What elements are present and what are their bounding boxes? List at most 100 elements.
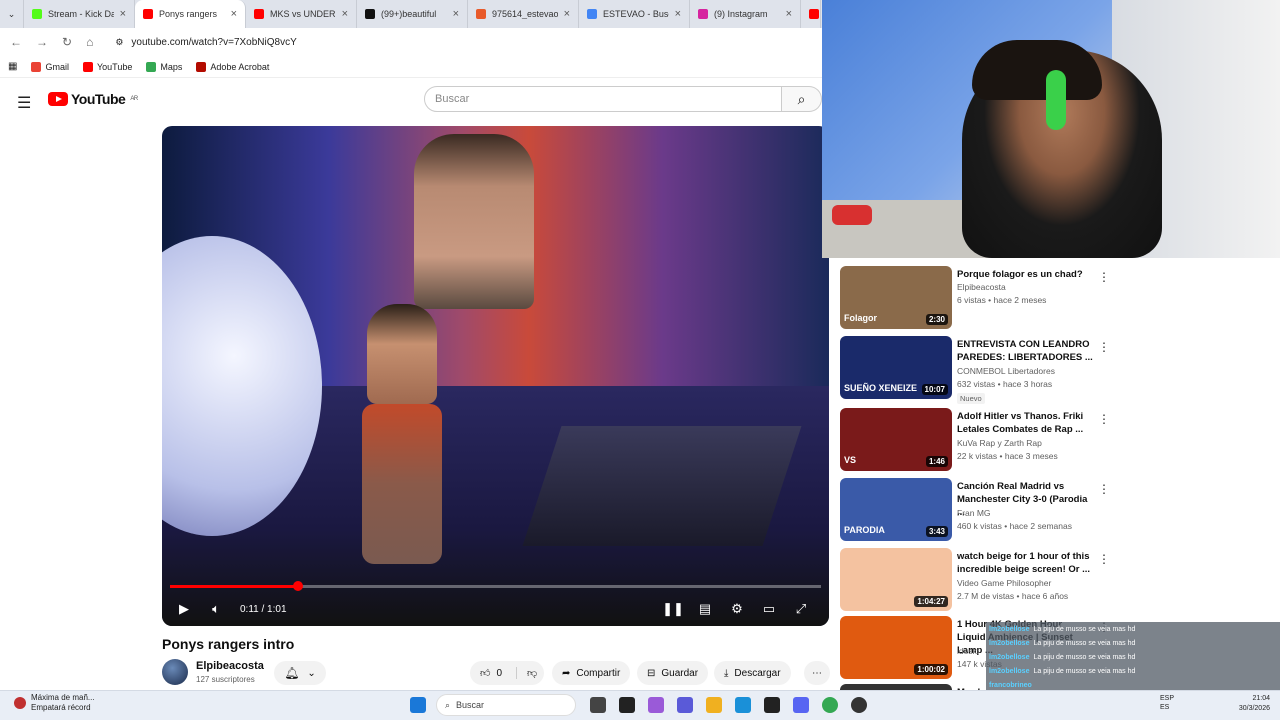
close-icon[interactable]: × bbox=[342, 8, 348, 20]
suggested-video-title[interactable]: Porque folagor es un chad? bbox=[957, 268, 1093, 281]
pause-toggle-icon[interactable]: ❚❚ bbox=[657, 601, 689, 617]
like-button[interactable]: 👍︎ 0 👎︎ bbox=[470, 661, 544, 685]
theater-mode-icon[interactable]: ▭ bbox=[753, 601, 785, 617]
suggested-video[interactable]: PARODIA 3:43 Canción Real Madrid vs Manche… bbox=[838, 474, 1138, 541]
browser-tab[interactable]: Stream - Kick Das × bbox=[24, 0, 135, 28]
copilot-icon[interactable] bbox=[648, 697, 664, 713]
suggested-video-channel[interactable]: Fran MG bbox=[957, 508, 991, 518]
youtube-logo[interactable]: YouTube AR bbox=[48, 91, 138, 107]
more-options-icon[interactable]: ⋮ bbox=[1098, 270, 1110, 284]
more-options-icon[interactable]: ⋮ bbox=[1098, 552, 1110, 566]
close-icon[interactable]: × bbox=[120, 8, 126, 20]
windows-start-icon[interactable] bbox=[410, 697, 426, 713]
task-view-icon[interactable] bbox=[590, 697, 606, 713]
bookmark-favicon-icon bbox=[196, 61, 207, 72]
browser-tab[interactable]: 975614_estevao_ × bbox=[468, 0, 579, 28]
suggested-video[interactable]: Folagor 2:30 Porque folagor es un chad? Elp… bbox=[838, 262, 1138, 329]
close-icon[interactable]: × bbox=[564, 8, 570, 20]
channel-name[interactable]: Elpibeacosta bbox=[196, 660, 264, 672]
video-duration: 10:07 bbox=[921, 384, 948, 395]
more-actions-button[interactable]: ⋯ bbox=[804, 661, 830, 685]
chat-message: francobrineo bbox=[986, 678, 1280, 690]
close-icon[interactable]: × bbox=[786, 8, 792, 20]
settings-gear-icon[interactable]: ⚙ bbox=[721, 601, 753, 617]
hamburger-menu-icon[interactable]: ☰ bbox=[17, 93, 31, 113]
close-icon[interactable]: × bbox=[675, 8, 681, 20]
download-button[interactable]: ⤓ Descargar bbox=[714, 661, 791, 685]
channel-avatar[interactable] bbox=[162, 659, 188, 685]
video-thumbnail[interactable]: PARODIA 3:43 bbox=[840, 478, 952, 541]
video-thumbnail[interactable]: SUEÑO XENEIZE 10:07 bbox=[840, 336, 952, 399]
bookmark-item[interactable]: Adobe Acrobat bbox=[196, 61, 269, 72]
fullscreen-icon[interactable]: ⤢ bbox=[785, 601, 817, 617]
browser-tab[interactable]: ESTEVAO - Buscar × bbox=[579, 0, 690, 28]
home-icon[interactable]: ⌂ bbox=[86, 35, 93, 49]
bookmark-item[interactable]: Maps bbox=[146, 61, 183, 72]
suggested-video-channel[interactable]: Video Game Philosopher bbox=[957, 578, 1051, 588]
suggested-video[interactable]: VS 1:46 Adolf Hitler vs Thanos. Friki Leta… bbox=[838, 404, 1138, 471]
language-indicator[interactable]: ESP ES bbox=[1160, 694, 1174, 712]
browser-tab[interactable]: (9) Instagram × bbox=[690, 0, 801, 28]
more-options-icon[interactable]: ⋮ bbox=[1098, 340, 1110, 354]
video-thumbnail[interactable]: VS 1:46 bbox=[840, 408, 952, 471]
obs-icon[interactable] bbox=[851, 697, 867, 713]
store-icon[interactable] bbox=[764, 697, 780, 713]
apps-grid-icon[interactable]: ▦ bbox=[8, 61, 17, 72]
suggested-video[interactable]: 1:04:27 watch beige for 1 hour of this in… bbox=[838, 544, 1138, 611]
suggested-video-title[interactable]: Adolf Hitler vs Thanos. Friki Letales Co… bbox=[957, 410, 1093, 436]
address-bar[interactable]: ⚙ youtube.com/watch?v=7XobNiQ8vcY bbox=[115, 37, 296, 48]
more-options-icon[interactable]: ⋮ bbox=[1098, 412, 1110, 426]
video-thumbnail[interactable]: 1:00:02 bbox=[840, 616, 952, 679]
youtube-play-icon bbox=[48, 92, 68, 106]
forward-icon[interactable]: → bbox=[36, 35, 48, 49]
save-button[interactable]: ⊟ Guardar bbox=[637, 661, 709, 685]
teams-icon[interactable] bbox=[677, 697, 693, 713]
suggested-video-title[interactable]: watch beige for 1 hour of this incredibl… bbox=[957, 550, 1093, 576]
suggested-video-channel[interactable]: idesk. bbox=[957, 646, 979, 656]
chrome-icon[interactable] bbox=[822, 697, 838, 713]
suggested-video-title[interactable]: ENTREVISTA CON LEANDRO PAREDES: LIBERTAD… bbox=[957, 338, 1093, 364]
bookmark-item[interactable]: Gmail bbox=[31, 61, 69, 72]
tab-favicon-icon bbox=[698, 9, 708, 19]
video-duration: 2:30 bbox=[925, 314, 948, 325]
taskbar-search-label: Buscar bbox=[456, 700, 485, 710]
suggested-video-channel[interactable]: Elpibeacosta bbox=[957, 282, 1006, 292]
widget-app-icon[interactable] bbox=[619, 697, 635, 713]
browser-tab[interactable]: MKS vs UNDERDO × bbox=[246, 0, 357, 28]
file-explorer-icon[interactable] bbox=[706, 697, 722, 713]
bookmark-label: Maps bbox=[160, 61, 183, 72]
video-thumbnail[interactable]: 1:04:27 bbox=[840, 548, 952, 611]
taskbar-search-input[interactable]: ⌕ Buscar bbox=[436, 694, 576, 716]
browser-tab-overflow[interactable] bbox=[801, 0, 821, 28]
system-clock[interactable]: 21:04 30/3/2026 bbox=[1226, 694, 1270, 714]
search-input[interactable]: Buscar bbox=[424, 86, 782, 112]
video-thumbnail[interactable]: Folagor 2:30 bbox=[840, 266, 952, 329]
subtitles-icon[interactable]: ▤ bbox=[689, 601, 721, 617]
bookmark-item[interactable]: YouTube bbox=[82, 61, 132, 72]
play-icon[interactable]: ▶ bbox=[168, 601, 200, 617]
volume-icon[interactable]: 🔈︎ bbox=[200, 601, 232, 617]
reload-icon[interactable]: ↻ bbox=[62, 35, 72, 49]
discord-icon[interactable] bbox=[793, 697, 809, 713]
suggested-video[interactable]: SUEÑO XENEIZE 10:07 ENTREVISTA CON LEANDRO… bbox=[838, 332, 1138, 404]
browser-tab[interactable]: (99+)beautiful × bbox=[357, 0, 468, 28]
close-icon[interactable]: × bbox=[231, 8, 237, 20]
progress-bar[interactable] bbox=[170, 581, 821, 591]
tab-list-button[interactable]: ⌄ bbox=[0, 0, 24, 28]
edge-icon[interactable] bbox=[735, 697, 751, 713]
back-icon[interactable]: ← bbox=[10, 35, 22, 49]
more-options-icon[interactable]: ⋮ bbox=[1098, 482, 1110, 496]
time-display: 0:11 / 1:01 bbox=[240, 603, 287, 615]
suggested-video-channel[interactable]: CONMEBOL Libertadores bbox=[957, 366, 1055, 376]
news-widget[interactable]: Máxima de mañ... Empatará récord bbox=[14, 693, 95, 713]
search-button[interactable]: ⌕ bbox=[782, 86, 822, 112]
site-info-icon[interactable]: ⚙ bbox=[115, 37, 123, 48]
video-player[interactable]: ▶ 🔈︎ 0:11 / 1:01 ❚❚ ▤ ⚙ ▭ ⤢ bbox=[162, 126, 829, 626]
share-button[interactable]: ➦ Compartir bbox=[552, 661, 631, 685]
suggested-video-channel[interactable]: KuVa Rap y Zarth Rap bbox=[957, 438, 1042, 448]
browser-tab[interactable]: Ponys rangers × bbox=[135, 0, 246, 28]
subscription-bell-button[interactable]: 🔔︎ ⌄ bbox=[274, 661, 326, 685]
tab-title: Stream - Kick Das bbox=[48, 9, 114, 19]
thumbs-down-icon[interactable]: 👎︎ bbox=[516, 667, 537, 679]
close-icon[interactable]: × bbox=[453, 8, 459, 20]
